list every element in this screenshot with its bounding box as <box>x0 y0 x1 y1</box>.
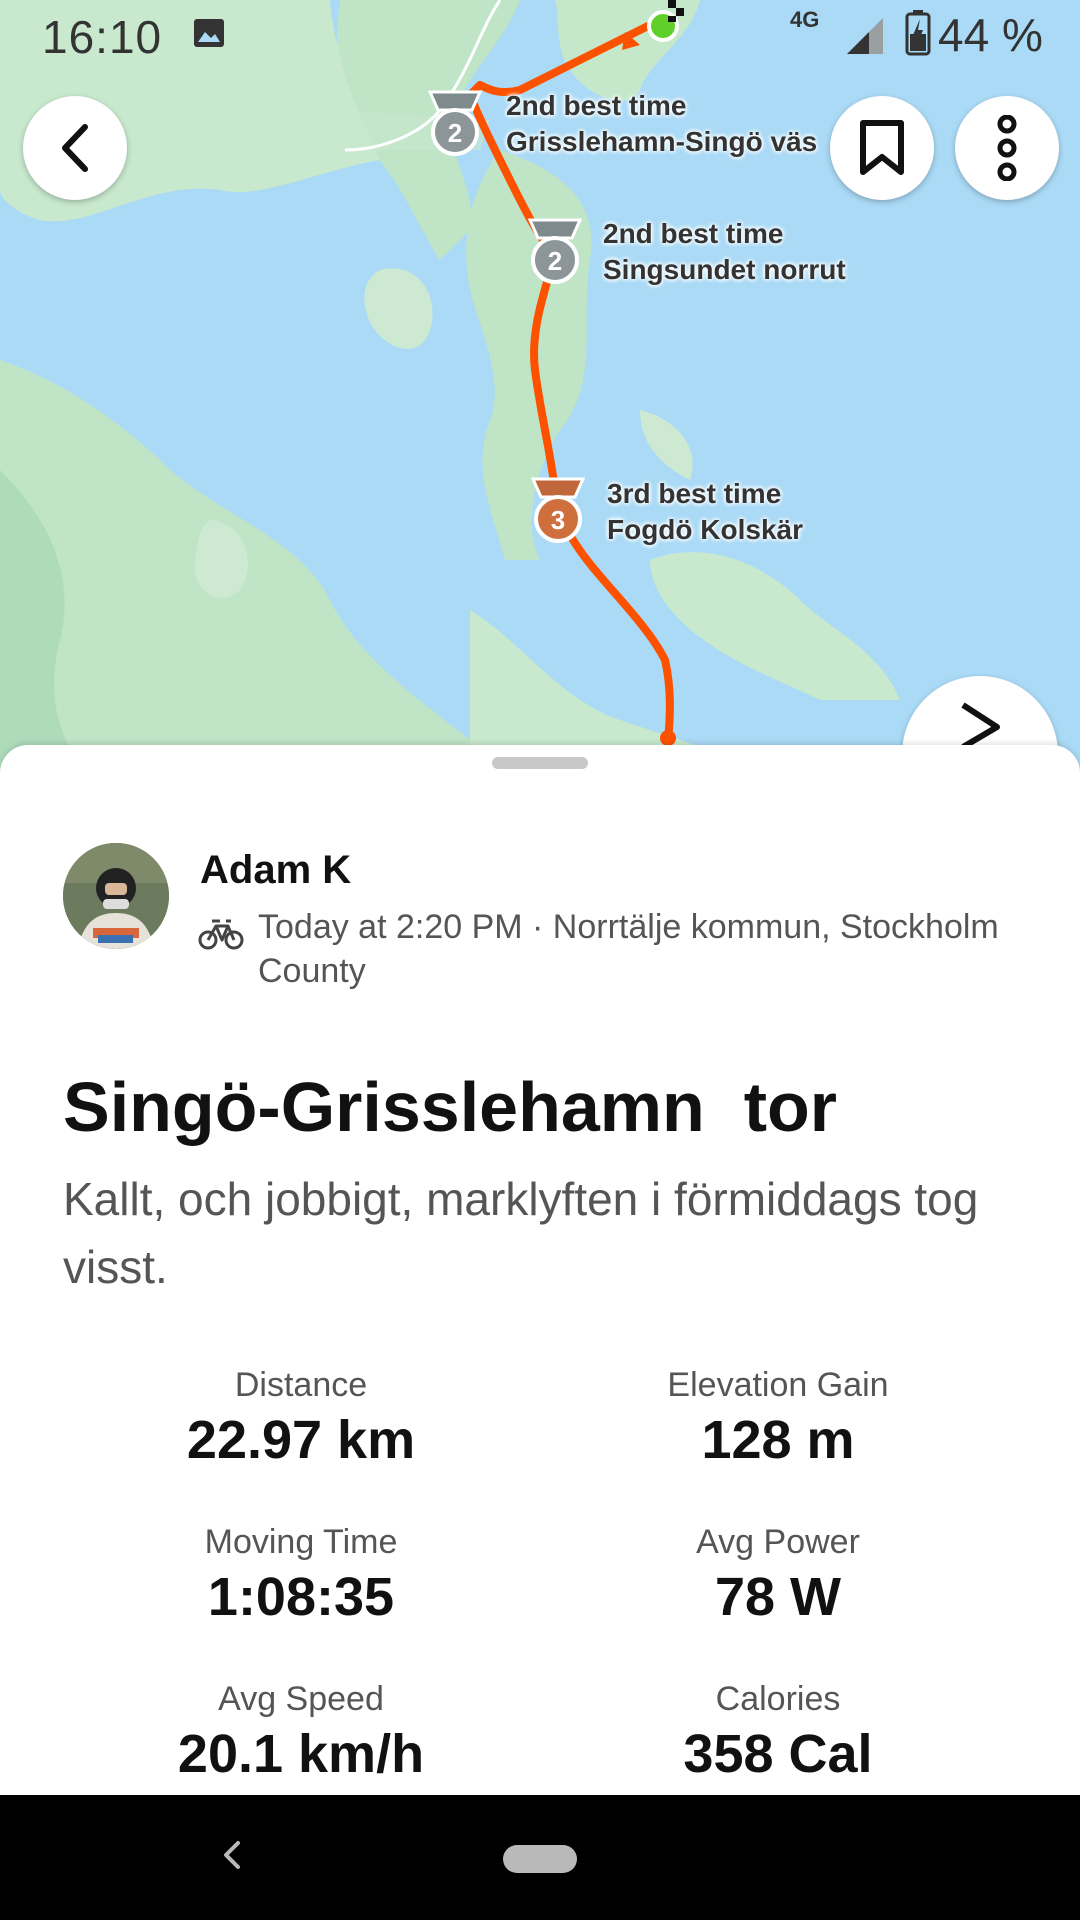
image-notification-icon <box>194 19 224 47</box>
svg-text:2: 2 <box>548 246 562 276</box>
stat-label: Calories <box>715 1680 841 1718</box>
stat-moving-time: Moving Time 1:08:35 <box>71 1522 531 1630</box>
share-icon <box>961 702 1000 749</box>
avatar[interactable] <box>63 843 169 949</box>
stat-avg-power: Avg Power 78 W <box>548 1522 1008 1630</box>
activity-title: Singö-Grisslehamn tor <box>63 1068 837 1146</box>
route-map[interactable]: 2 2nd best time Grisslehamn-Singö väs 2 … <box>0 0 1080 780</box>
activity-description: Kallt, och jobbigt, marklyften i förmidd… <box>63 1173 979 1293</box>
stat-label: Distance <box>234 1366 368 1404</box>
stat-calories: Calories 358 Cal <box>548 1679 1008 1787</box>
stat-value: 22.97 km <box>186 1410 416 1470</box>
sheet-drag-handle[interactable] <box>492 757 588 769</box>
back-button[interactable] <box>23 96 127 200</box>
medal-2-icon[interactable]: 2 <box>424 88 486 160</box>
network-type: 4G <box>790 7 820 32</box>
stat-value: 20.1 km/h <box>177 1724 425 1784</box>
stat-value: 78 W <box>714 1567 842 1627</box>
bookmark-icon <box>860 120 904 175</box>
stat-avg-speed: Avg Speed 20.1 km/h <box>71 1679 531 1787</box>
status-bar: 16:10 4G 44 % <box>0 0 1080 70</box>
battery-charging-icon <box>905 10 931 56</box>
segment-label-3[interactable]: 3rd best time Fogdö Kolskär <box>607 476 803 548</box>
stat-elevation-gain: Elevation Gain 128 m <box>548 1365 1008 1473</box>
signal-icon <box>847 18 883 54</box>
system-navigation-bar <box>0 1795 1080 1920</box>
battery-percent: 44 % <box>938 9 1043 61</box>
stat-value: 358 Cal <box>683 1724 873 1784</box>
svg-text:3: 3 <box>551 505 565 535</box>
svg-text:2: 2 <box>448 118 462 148</box>
medal-3-icon[interactable]: 3 <box>527 475 589 547</box>
stat-label: Avg Speed <box>218 1680 384 1718</box>
athlete-name[interactable]: Adam K <box>200 848 351 893</box>
bike-icon <box>198 919 244 950</box>
activity-meta: Today at 2:20 PM · Norrtälje kommun, Sto… <box>258 908 999 990</box>
activity-details-sheet: Adam K Today at 2:20 PM · Norrtälje komm… <box>0 745 1080 1795</box>
segment-label-2[interactable]: 2nd best time Singsundet norrut <box>603 216 846 288</box>
more-vertical-icon <box>997 115 1017 181</box>
stat-label: Avg Power <box>696 1523 860 1561</box>
avatar-image <box>63 843 169 949</box>
nav-home-pill[interactable] <box>503 1845 577 1873</box>
stat-label: Elevation Gain <box>667 1366 889 1404</box>
bookmark-button[interactable] <box>830 96 934 200</box>
stat-value: 128 m <box>701 1410 855 1470</box>
medal-2-icon[interactable]: 2 <box>524 216 586 288</box>
back-icon <box>62 124 88 172</box>
segment-label-1[interactable]: 2nd best time Grisslehamn-Singö väs <box>506 88 817 160</box>
more-options-button[interactable] <box>955 96 1059 200</box>
stat-distance: Distance 22.97 km <box>71 1365 531 1473</box>
stat-label: Moving Time <box>204 1523 398 1561</box>
nav-back-icon[interactable] <box>216 1825 246 1885</box>
status-time: 16:10 <box>42 11 163 63</box>
stat-value: 1:08:35 <box>207 1567 395 1627</box>
